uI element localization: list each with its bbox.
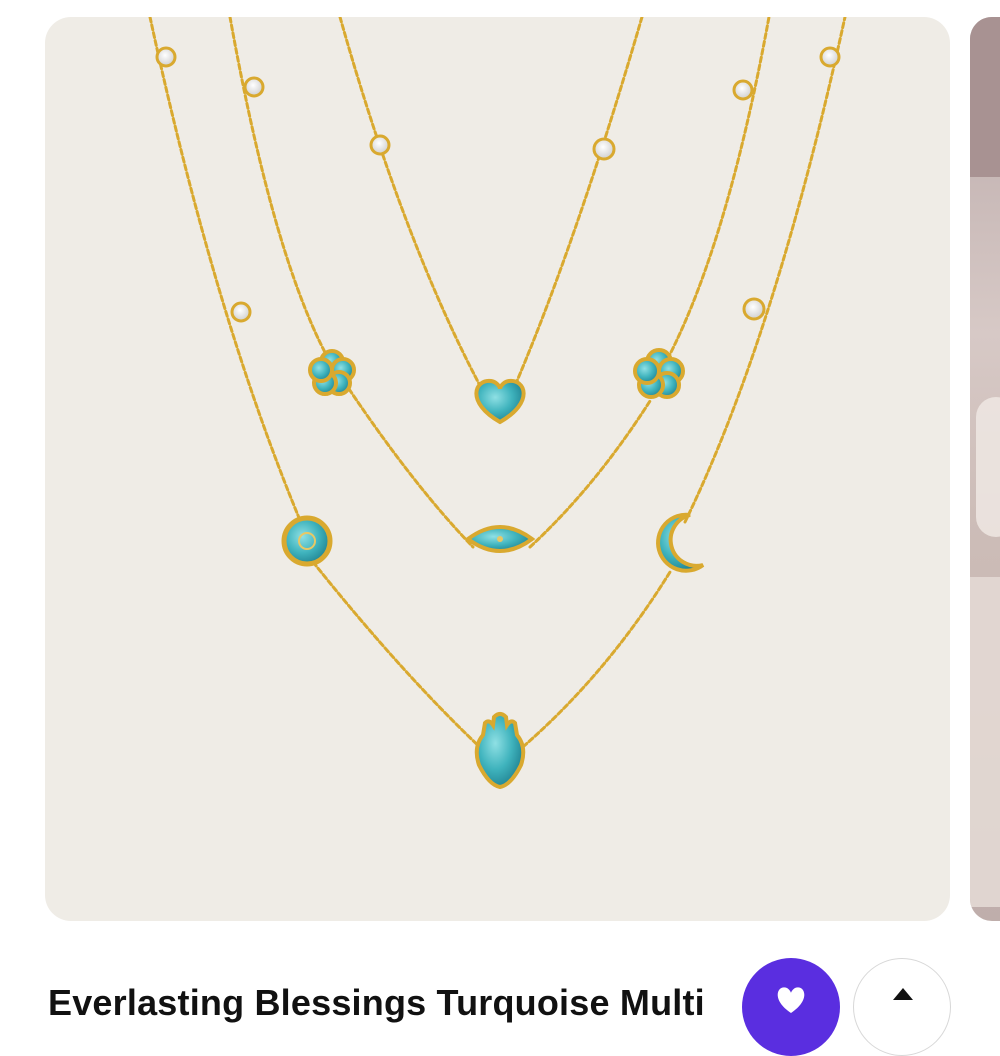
- next-product-image-card[interactable]: [970, 17, 1000, 921]
- fabric-detail: [976, 397, 1000, 537]
- product-title[interactable]: Everlasting Blessings Turquoise Multi: [48, 982, 705, 1024]
- heart-icon: [777, 987, 805, 1013]
- layered-necklace-image: [148, 17, 847, 790]
- product-image-card[interactable]: [45, 17, 950, 921]
- favorite-button[interactable]: [742, 958, 840, 1056]
- share-icon: [893, 988, 913, 1000]
- fabric-shadow: [970, 17, 1000, 177]
- share-button[interactable]: [853, 958, 951, 1056]
- fabric-detail: [970, 577, 1000, 907]
